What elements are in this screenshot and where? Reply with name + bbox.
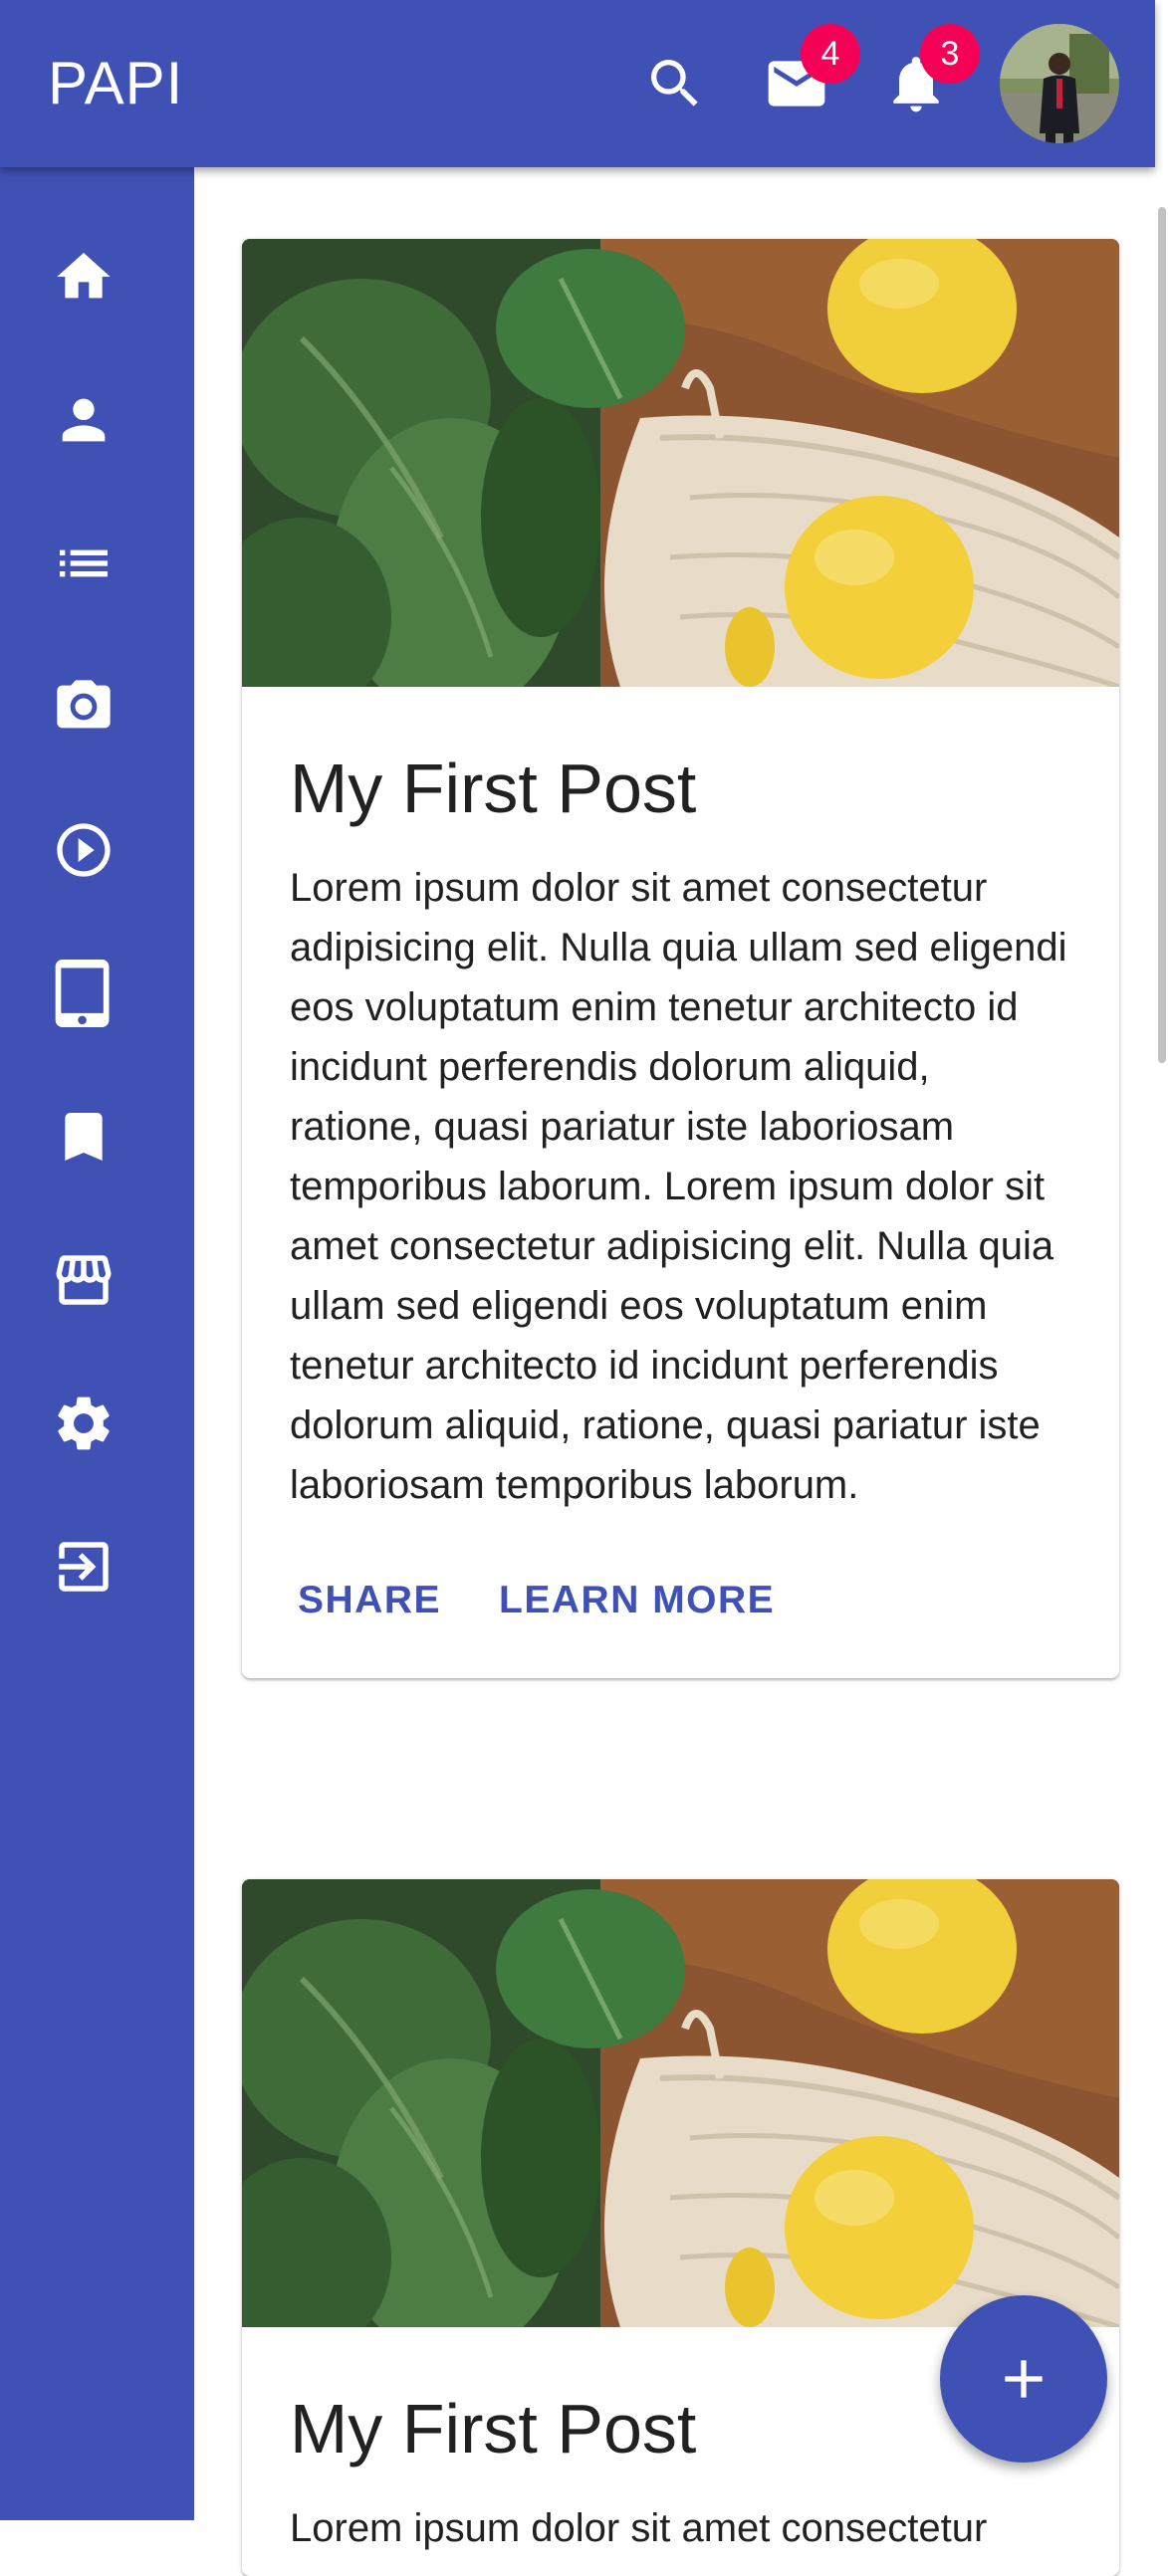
sidebar-item-camera[interactable] bbox=[36, 659, 131, 754]
post-image bbox=[242, 239, 1119, 687]
share-button[interactable]: SHARE bbox=[282, 1563, 457, 1638]
scrollbar-thumb[interactable] bbox=[1158, 207, 1166, 1063]
sidebar-item-list[interactable] bbox=[36, 516, 131, 611]
bookmark-icon bbox=[65, 1113, 103, 1161]
notifications-badge: 3 bbox=[920, 24, 980, 84]
settings-icon bbox=[58, 1396, 110, 1450]
mail-badge: 4 bbox=[801, 24, 860, 84]
scrollbar[interactable] bbox=[1155, 167, 1168, 2520]
play-circle-icon bbox=[57, 823, 111, 877]
store-icon bbox=[56, 1255, 112, 1305]
tablet-icon bbox=[55, 960, 110, 1027]
post-image bbox=[242, 1879, 1119, 2327]
learn-more-button[interactable]: LEARN MORE bbox=[483, 1563, 791, 1638]
user-avatar[interactable] bbox=[1000, 24, 1119, 143]
sidebar bbox=[0, 167, 194, 2520]
home-icon bbox=[57, 253, 111, 299]
post-card: My First Post Lorem ipsum dolor sit amet… bbox=[242, 1879, 1119, 2576]
list-icon bbox=[60, 549, 108, 577]
post-body: Lorem ipsum dolor sit amet consectetur bbox=[290, 2506, 988, 2550]
post-body: Lorem ipsum dolor sit amet consectetur a… bbox=[290, 866, 1067, 1507]
avatar-photo bbox=[1000, 24, 1119, 143]
post-title: My First Post bbox=[290, 750, 697, 827]
logout-icon bbox=[59, 1542, 109, 1592]
sidebar-item-bookmarks[interactable] bbox=[36, 1089, 131, 1184]
sidebar-item-home[interactable] bbox=[36, 229, 131, 324]
sidebar-item-profile[interactable] bbox=[36, 372, 131, 468]
camera-icon bbox=[57, 680, 111, 729]
sidebar-item-store[interactable] bbox=[36, 1232, 131, 1328]
scrollbar-corner bbox=[1155, 0, 1168, 167]
post-actions: SHARE LEARN MORE bbox=[242, 1515, 1119, 1678]
sidebar-item-logout[interactable] bbox=[36, 1519, 131, 1614]
sidebar-item-video[interactable] bbox=[36, 802, 131, 898]
app-bar: PAPI 4 3 bbox=[0, 0, 1155, 167]
sidebar-item-tablet[interactable] bbox=[36, 946, 131, 1041]
mail-button[interactable]: 4 bbox=[749, 24, 860, 131]
add-icon bbox=[1005, 2360, 1043, 2398]
post-card: My First Post Lorem ipsum dolor sit amet… bbox=[242, 239, 1119, 1678]
person-icon bbox=[62, 398, 106, 442]
search-button[interactable] bbox=[627, 36, 723, 131]
sidebar-item-settings[interactable] bbox=[36, 1376, 131, 1471]
notifications-button[interactable]: 3 bbox=[868, 24, 980, 131]
add-post-button[interactable] bbox=[940, 2295, 1107, 2463]
search-icon bbox=[651, 60, 698, 107]
app-title[interactable]: PAPI bbox=[48, 48, 183, 119]
